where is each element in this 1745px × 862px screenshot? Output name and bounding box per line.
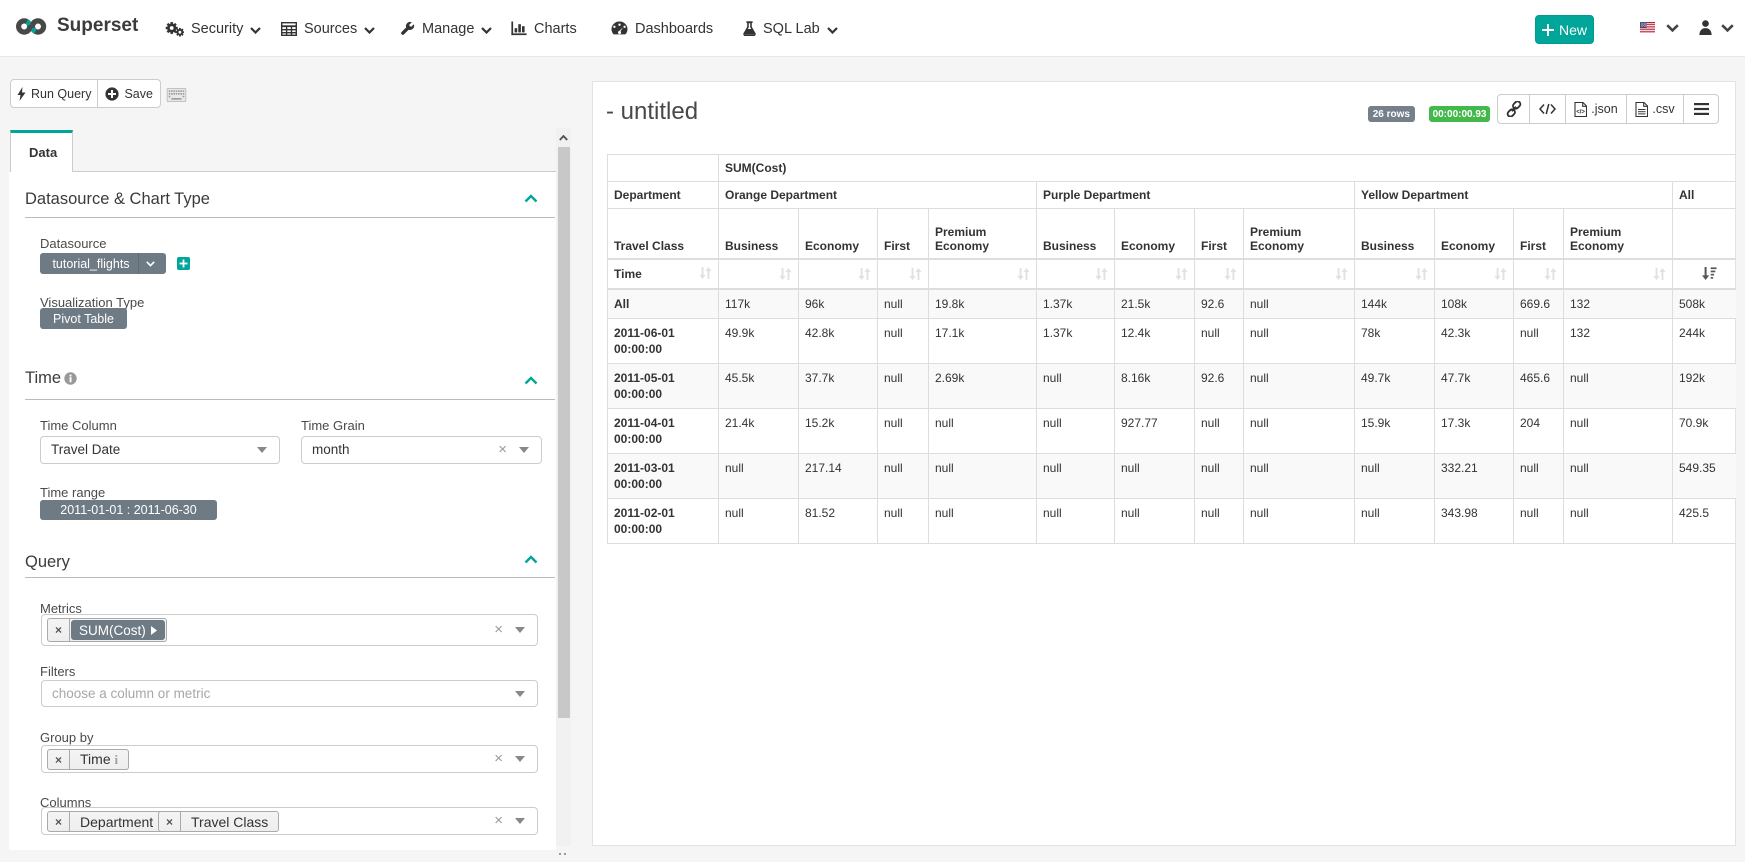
svg-text:</>: </>	[1576, 109, 1585, 115]
